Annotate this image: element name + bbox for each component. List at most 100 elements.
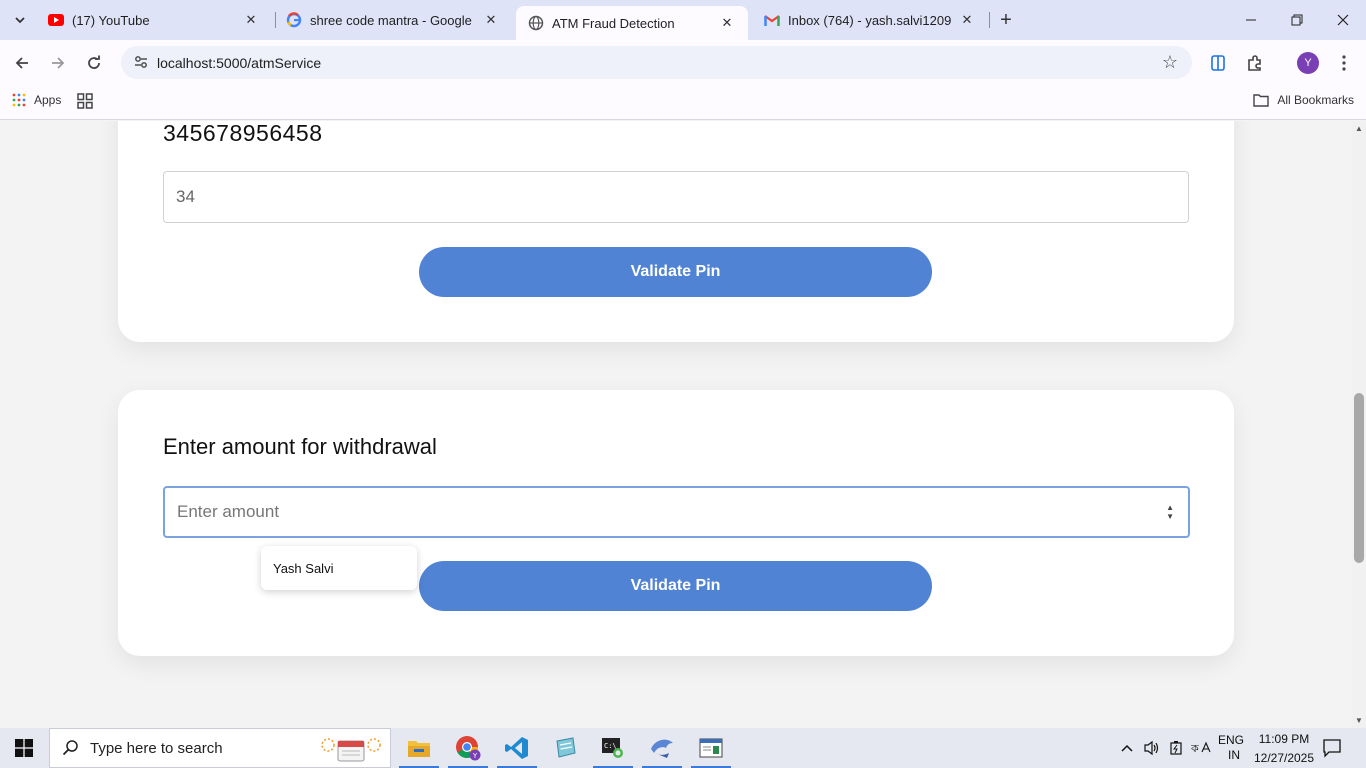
- browser-toolbar: localhost:5000/atmService ☆: [0, 40, 1366, 86]
- site-info-icon[interactable]: [133, 54, 149, 70]
- notepad-icon: [556, 737, 576, 758]
- tab-groups-button[interactable]: [77, 93, 93, 114]
- spinner-up-icon[interactable]: ▲: [1166, 503, 1174, 512]
- chevron-up-icon: [1121, 744, 1133, 752]
- scroll-down-icon[interactable]: ▼: [1355, 716, 1363, 725]
- keyboard-ime-icon: ক: [1191, 741, 1211, 755]
- number-spinner[interactable]: ▲ ▼: [1166, 503, 1174, 521]
- app-window-icon: [699, 738, 723, 758]
- chrome-menu-button[interactable]: [1332, 51, 1356, 75]
- vscode-icon: [505, 737, 528, 759]
- arrow-right-icon: [52, 57, 65, 69]
- validate-pin-button[interactable]: Validate Pin: [419, 247, 932, 297]
- close-tab-icon[interactable]: ✕: [482, 11, 500, 29]
- battery-button[interactable]: [1168, 728, 1186, 768]
- terminal-icon: C:\: [602, 738, 623, 758]
- tab-title: (17) YouTube: [72, 12, 150, 28]
- minimize-icon: [1246, 19, 1256, 21]
- reload-button[interactable]: [80, 49, 108, 77]
- system-clock[interactable]: 11:09 PM 12/27/2025: [1244, 731, 1324, 766]
- validate-amount-button[interactable]: Validate Pin: [419, 561, 932, 611]
- tab-search-button[interactable]: [6, 6, 34, 34]
- autofill-pointer: [278, 539, 292, 546]
- start-button[interactable]: [0, 728, 48, 768]
- tab-title: ATM Fraud Detection: [552, 15, 675, 31]
- taskbar-search[interactable]: Type here to search: [49, 728, 391, 768]
- new-tab-button[interactable]: +: [994, 8, 1018, 32]
- url-text: localhost:5000/atmService: [157, 55, 322, 71]
- notification-center-button[interactable]: [1322, 738, 1342, 763]
- close-window-button[interactable]: [1320, 0, 1366, 40]
- restore-icon: [1291, 14, 1303, 26]
- minimize-button[interactable]: [1228, 0, 1274, 40]
- google-icon: [286, 12, 302, 28]
- tab-separator: [989, 12, 990, 28]
- withdrawal-card: Enter amount for withdrawal Enter amount…: [118, 390, 1234, 656]
- forward-button[interactable]: [44, 49, 72, 77]
- svg-text:Y: Y: [472, 752, 478, 760]
- app-shortcut[interactable]: [638, 728, 686, 768]
- side-panel-button[interactable]: [1206, 51, 1230, 75]
- region-code: IN: [1228, 748, 1240, 762]
- reading-list-icon: [1211, 55, 1225, 71]
- tab-strip: (17) YouTube ✕ shree code mantra - Googl…: [0, 0, 1366, 40]
- folder-icon: [1253, 94, 1270, 107]
- input-method-button[interactable]: ক: [1191, 728, 1211, 768]
- scrollbar-thumb[interactable]: [1354, 393, 1364, 563]
- file-explorer-app[interactable]: [395, 728, 443, 768]
- tab-atm-fraud-detection[interactable]: ATM Fraud Detection ✕: [516, 6, 748, 40]
- reload-icon: [88, 55, 100, 69]
- volume-button[interactable]: [1143, 728, 1161, 768]
- notepad-app[interactable]: [541, 728, 589, 768]
- chevron-down-icon: [15, 17, 25, 24]
- window-app[interactable]: [687, 728, 735, 768]
- windows-logo-icon: [15, 739, 33, 757]
- spinner-down-icon[interactable]: ▼: [1166, 512, 1174, 521]
- battery-icon: [1170, 741, 1182, 755]
- speaker-icon: [1144, 740, 1159, 756]
- gmail-icon: [764, 12, 780, 28]
- clock-time: 11:09 PM: [1258, 732, 1310, 746]
- apps-label: Apps: [34, 93, 62, 107]
- tab-gmail[interactable]: Inbox (764) - yash.salvi1209@g ✕: [752, 0, 988, 40]
- folder-icon: [408, 741, 430, 757]
- svg-text:ক: ক: [1191, 742, 1199, 755]
- apps-bookmark[interactable]: Apps: [12, 93, 61, 107]
- close-icon: [1337, 14, 1349, 26]
- calendar-festive-icon: [320, 735, 382, 768]
- vscode-app[interactable]: [493, 728, 541, 768]
- tab-youtube[interactable]: (17) YouTube ✕: [36, 0, 272, 40]
- amount-placeholder: Enter amount: [177, 502, 280, 521]
- tab-title: shree code mantra - Google Se: [310, 12, 476, 28]
- extensions-button[interactable]: [1243, 51, 1267, 75]
- tab-google[interactable]: shree code mantra - Google Se ✕: [274, 0, 512, 40]
- close-tab-icon[interactable]: ✕: [718, 14, 736, 32]
- page-viewport: 345678956458 34 Validate Pin Enter amoun…: [0, 121, 1352, 728]
- page-scrollbar[interactable]: ▲ ▼: [1352, 121, 1366, 728]
- address-bar[interactable]: localhost:5000/atmService ☆: [121, 46, 1192, 79]
- puzzle-icon: [1248, 55, 1261, 71]
- profile-avatar[interactable]: Y: [1297, 52, 1319, 74]
- terminal-app[interactable]: C:\: [589, 728, 637, 768]
- chrome-app[interactable]: Y: [444, 728, 492, 768]
- autofill-suggestion[interactable]: Yash Salvi: [261, 546, 417, 590]
- chrome-icon: Y: [456, 736, 481, 761]
- close-tab-icon[interactable]: ✕: [242, 11, 260, 29]
- svg-text:C:\: C:\: [604, 742, 617, 750]
- scroll-up-icon[interactable]: ▲: [1355, 124, 1363, 133]
- close-tab-icon[interactable]: ✕: [958, 11, 976, 29]
- taskbar-search-placeholder: Type here to search: [90, 739, 223, 757]
- tab-title: Inbox (764) - yash.salvi1209@g: [788, 12, 952, 28]
- show-hidden-icons-button[interactable]: [1120, 728, 1134, 768]
- pin-card: 345678956458 34 Validate Pin: [118, 121, 1234, 342]
- amount-input[interactable]: Enter amount ▲ ▼: [163, 486, 1190, 538]
- pin-input[interactable]: 34: [163, 171, 1189, 223]
- language-indicator[interactable]: ENG IN: [1218, 728, 1244, 768]
- all-bookmarks-button[interactable]: All Bookmarks: [1253, 93, 1354, 107]
- dolphin-app-icon: [651, 739, 673, 758]
- bookmark-star-icon[interactable]: ☆: [1162, 52, 1178, 73]
- back-button[interactable]: [8, 49, 36, 77]
- restore-button[interactable]: [1274, 0, 1320, 40]
- apps-grid-icon: [12, 93, 26, 107]
- search-icon: [62, 740, 78, 756]
